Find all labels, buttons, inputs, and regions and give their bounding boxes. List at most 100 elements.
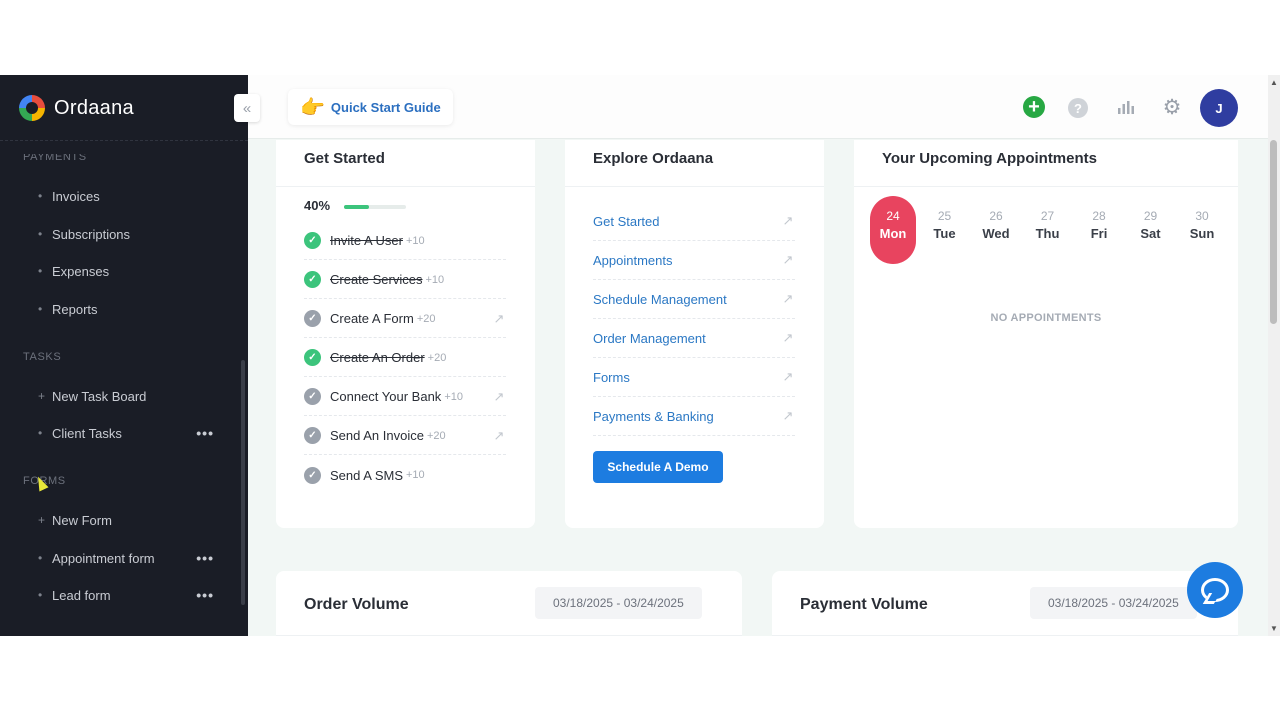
task-row[interactable]: ✓ Connect Your Bank +10 ↗ xyxy=(304,378,506,416)
date-range-picker[interactable]: 03/18/2025 - 03/24/2025 xyxy=(1030,587,1197,619)
day-sun[interactable]: 30 Sun xyxy=(1179,196,1225,264)
chat-button[interactable] xyxy=(1187,562,1243,618)
day-mon[interactable]: 24 Mon xyxy=(870,196,916,264)
card-title: Your Upcoming Appointments xyxy=(882,150,1097,167)
sidebar-item-appointment-form[interactable]: • Appointment form ••• xyxy=(38,546,218,570)
day-name: Fri xyxy=(1090,226,1108,241)
bullet-icon: • xyxy=(38,551,43,565)
page-scrollbar-thumb[interactable] xyxy=(1270,140,1277,324)
external-link-icon[interactable]: ↗ xyxy=(781,252,795,267)
external-link-icon[interactable]: ↗ xyxy=(492,311,506,326)
task-row[interactable]: ✓ Create A Form +20 ↗ xyxy=(304,300,506,338)
external-link-icon[interactable]: ↗ xyxy=(781,330,795,345)
explore-link-row[interactable]: Order Management ↗ xyxy=(593,319,795,358)
scroll-up-icon[interactable]: ▲ xyxy=(1270,78,1278,87)
quick-start-guide-button[interactable]: 👉 Quick Start Guide xyxy=(288,89,453,125)
task-row[interactable]: ✓ Invite A User +10 xyxy=(304,222,506,260)
date-range-picker[interactable]: 03/18/2025 - 03/24/2025 xyxy=(535,587,702,619)
sidebar-scrollbar[interactable] xyxy=(241,360,245,605)
page-scrollbar[interactable]: ▲ ▼ xyxy=(1268,75,1280,636)
day-tue[interactable]: 25 Tue xyxy=(922,196,968,264)
day-name: Mon xyxy=(879,226,907,241)
progress-bar xyxy=(344,205,406,209)
sidebar-item-new-form[interactable]: + New Form xyxy=(38,508,218,532)
topbar: 👉 Quick Start Guide + ? ⚙ J xyxy=(248,75,1280,139)
sidebar: Ordaana PAYMENTS • Invoices • Subscripti… xyxy=(0,75,248,636)
day-name: Thu xyxy=(1035,226,1060,241)
task-label: Send An Invoice xyxy=(330,428,424,443)
task-row[interactable]: ✓ Send An Invoice +20 ↗ xyxy=(304,417,506,455)
explore-link-row[interactable]: Appointments ↗ xyxy=(593,241,795,280)
explore-link[interactable]: Appointments xyxy=(593,253,673,268)
day-name: Sun xyxy=(1189,226,1215,241)
external-link-icon[interactable]: ↗ xyxy=(781,213,795,228)
check-pending-icon: ✓ xyxy=(304,466,321,484)
day-wed[interactable]: 26 Wed xyxy=(973,196,1019,264)
more-options-icon[interactable]: ••• xyxy=(196,550,214,566)
explore-link[interactable]: Get Started xyxy=(593,214,659,229)
card-title: Get Started xyxy=(304,150,385,167)
external-link-icon[interactable]: ↗ xyxy=(781,369,795,384)
explore-link[interactable]: Forms xyxy=(593,370,630,385)
task-label: Invite A User xyxy=(330,233,403,248)
add-icon[interactable]: + xyxy=(1023,96,1045,118)
sidebar-item-invoices[interactable]: • Invoices xyxy=(38,184,218,208)
sidebar-item-expenses[interactable]: • Expenses xyxy=(38,259,218,283)
sidebar-item-subscriptions[interactable]: • Subscriptions xyxy=(38,222,218,246)
explore-link-row[interactable]: Forms ↗ xyxy=(593,358,795,397)
sidebar-item-lead-form[interactable]: • Lead form ••• xyxy=(38,583,218,607)
scroll-down-icon[interactable]: ▼ xyxy=(1270,624,1278,633)
task-row[interactable]: ✓ Create Services +10 xyxy=(304,261,506,299)
schedule-demo-button[interactable]: Schedule A Demo xyxy=(593,451,723,483)
explore-link[interactable]: Payments & Banking xyxy=(593,409,714,424)
explore-link-row[interactable]: Payments & Banking ↗ xyxy=(593,397,795,436)
bar-chart-icon[interactable] xyxy=(1114,95,1138,119)
task-label: Create An Order xyxy=(330,350,425,365)
day-thu[interactable]: 27 Thu xyxy=(1025,196,1071,264)
bullet-icon: • xyxy=(38,264,43,278)
more-options-icon[interactable]: ••• xyxy=(196,425,214,441)
empty-state-text: NO APPOINTMENTS xyxy=(990,312,1102,324)
explore-link-row[interactable]: Schedule Management ↗ xyxy=(593,280,795,319)
get-started-card: Get Started 40% ✓ Invite A User +10 ✓ Create… xyxy=(276,140,535,528)
task-label: Create A Form xyxy=(330,311,414,326)
task-label: Create Services xyxy=(330,272,423,287)
task-row[interactable]: ✓ Send A SMS +10 xyxy=(304,456,506,494)
plus-icon: + xyxy=(38,513,46,527)
explore-link[interactable]: Schedule Management xyxy=(593,292,727,307)
sidebar-item-label: New Form xyxy=(52,512,112,528)
brand-name: Ordaana xyxy=(54,96,134,119)
external-link-icon[interactable]: ↗ xyxy=(492,389,506,404)
check-pending-icon: ✓ xyxy=(304,427,321,444)
gear-icon[interactable]: ⚙ xyxy=(1160,95,1184,119)
sidebar-item-reports[interactable]: • Reports xyxy=(38,297,218,321)
avatar[interactable]: J xyxy=(1200,89,1238,127)
sidebar-divider xyxy=(0,140,248,141)
external-link-icon[interactable]: ↗ xyxy=(492,428,506,443)
sidebar-item-client-tasks[interactable]: • Client Tasks ••• xyxy=(38,421,218,445)
sidebar-item-new-task-board[interactable]: + New Task Board xyxy=(38,384,218,408)
payment-volume-card: Payment Volume 03/18/2025 - 03/24/2025 xyxy=(772,571,1238,636)
collapse-sidebar-button[interactable]: « xyxy=(234,94,260,122)
explore-link-row[interactable]: Get Started ↗ xyxy=(593,202,795,241)
task-points: +10 xyxy=(405,234,425,247)
day-number: 29 xyxy=(1143,209,1158,223)
sidebar-item-label: Reports xyxy=(52,301,98,317)
task-points: +10 xyxy=(444,390,463,403)
explore-link[interactable]: Order Management xyxy=(593,331,706,346)
external-link-icon[interactable]: ↗ xyxy=(781,291,795,306)
more-options-icon[interactable]: ••• xyxy=(196,587,214,603)
brand-logo[interactable]: Ordaana xyxy=(19,95,134,121)
day-number: 28 xyxy=(1092,209,1106,223)
card-divider xyxy=(276,186,535,187)
day-fri[interactable]: 28 Fri xyxy=(1076,196,1122,264)
task-row[interactable]: ✓ Create An Order +20 xyxy=(304,339,506,377)
day-sat[interactable]: 29 Sat xyxy=(1128,196,1174,264)
task-points: +20 xyxy=(427,351,447,364)
help-icon[interactable]: ? xyxy=(1068,98,1088,118)
sidebar-item-label: Invoices xyxy=(52,188,100,204)
sidebar-item-label: Lead form xyxy=(52,587,111,603)
day-name: Sat xyxy=(1140,226,1161,241)
check-pending-icon: ✓ xyxy=(304,310,321,327)
external-link-icon[interactable]: ↗ xyxy=(781,408,795,423)
